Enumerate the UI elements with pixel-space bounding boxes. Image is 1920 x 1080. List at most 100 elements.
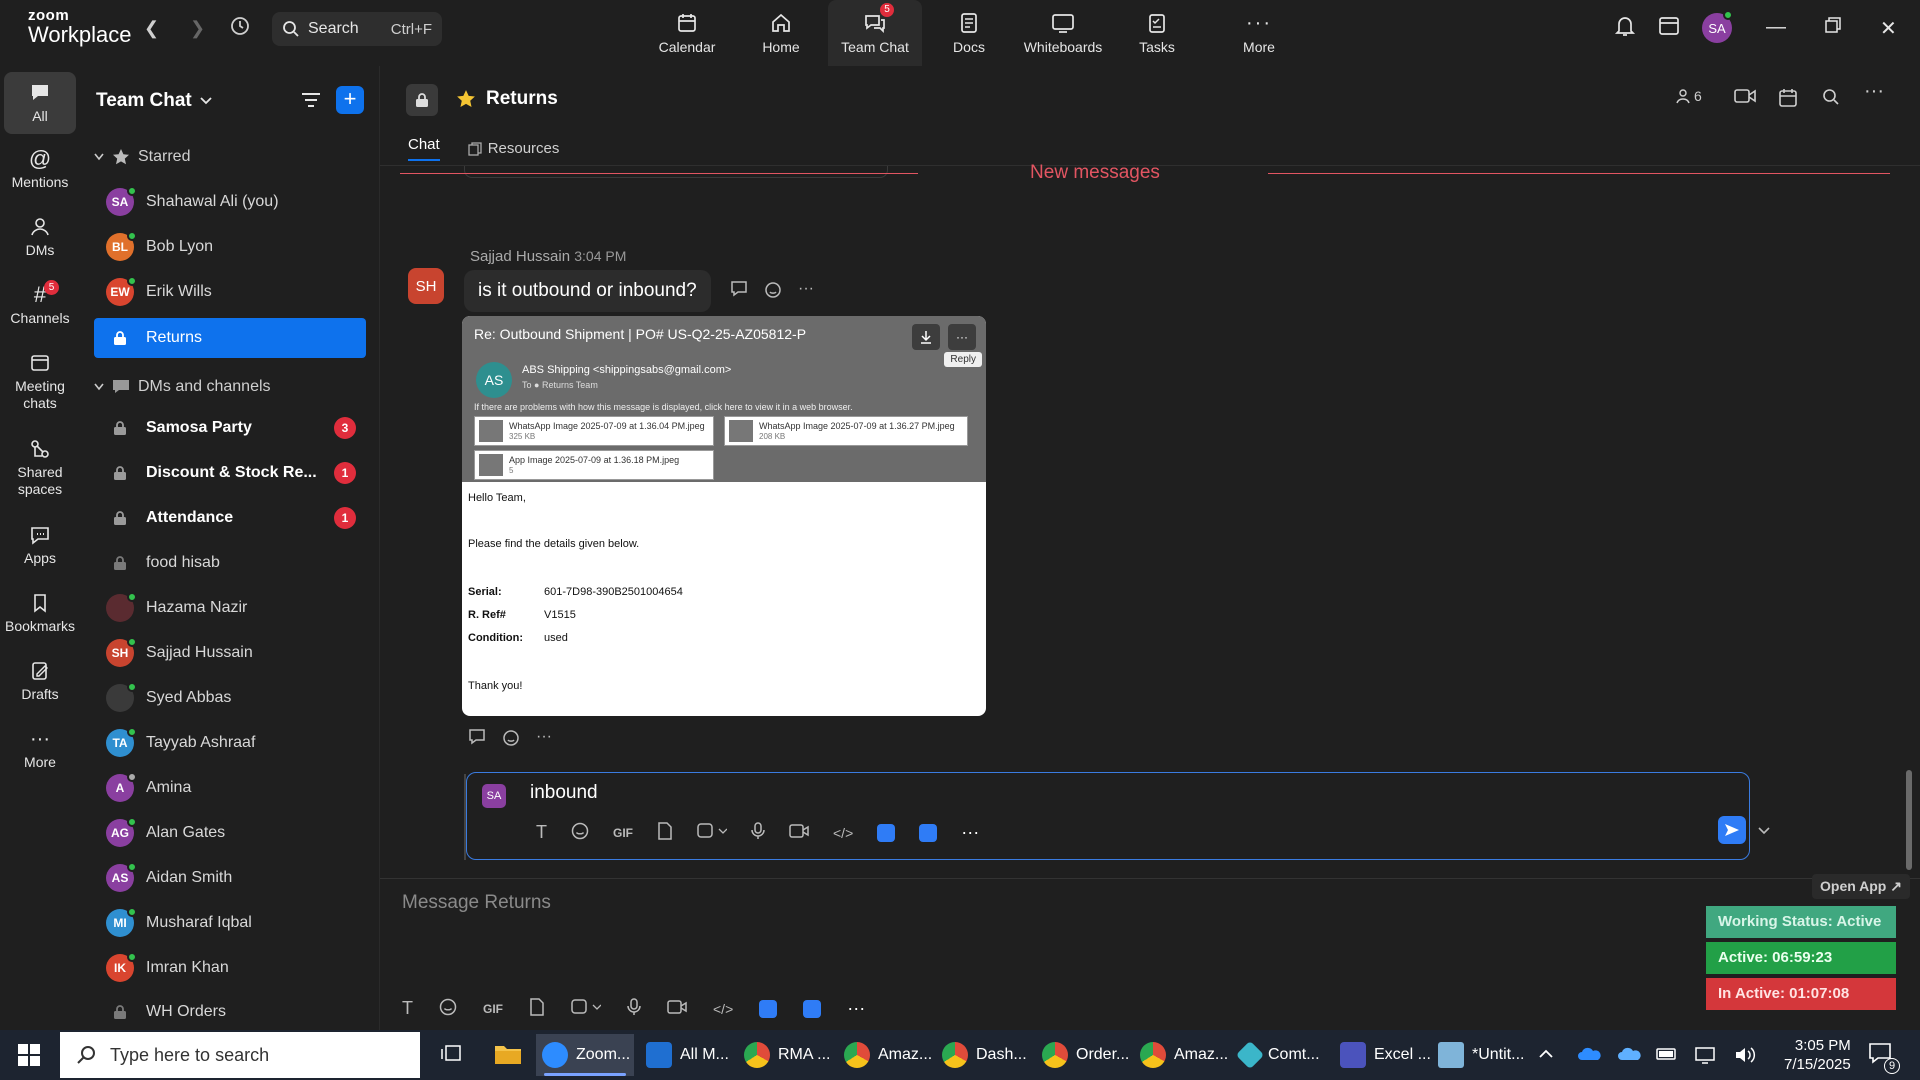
rail-drafts[interactable]: Drafts bbox=[4, 658, 76, 702]
search-icon[interactable] bbox=[1822, 88, 1840, 109]
more-options-icon[interactable]: ··· bbox=[1864, 80, 1884, 103]
taskbar-app-chrome-dash[interactable]: Dash... bbox=[936, 1034, 1033, 1076]
sidebar-item-discount-stock[interactable]: Discount & Stock Re... 1 bbox=[94, 453, 366, 493]
sidebar-item-hazama-nazir[interactable]: Hazama Nazir bbox=[94, 588, 366, 628]
nav-tasks[interactable]: Tasks bbox=[1110, 0, 1204, 66]
battery-icon[interactable] bbox=[1656, 1046, 1678, 1065]
more-options-icon[interactable]: ··· bbox=[536, 728, 552, 749]
task-view-icon[interactable] bbox=[440, 1044, 462, 1067]
taskbar-app-excel[interactable]: Excel ... bbox=[1334, 1034, 1437, 1076]
taskbar-app-chrome-rma[interactable]: RMA ... bbox=[738, 1034, 836, 1076]
sidebar-item-tayyab-ashraaf[interactable]: TA Tayyab Ashraaf bbox=[94, 723, 366, 763]
thread-reply-box[interactable] bbox=[466, 772, 1750, 860]
rail-bookmarks[interactable]: Bookmarks bbox=[4, 590, 76, 634]
nav-whiteboards[interactable]: Whiteboards bbox=[1016, 0, 1110, 66]
rail-apps[interactable]: Apps bbox=[4, 522, 76, 566]
app-icon[interactable] bbox=[919, 823, 938, 842]
bell-icon[interactable] bbox=[1614, 14, 1636, 41]
sidebar-item-bob-lyon[interactable]: BL Bob Lyon bbox=[94, 227, 366, 267]
search-input[interactable]: Search Ctrl+F bbox=[272, 12, 442, 46]
send-button[interactable] bbox=[1718, 816, 1746, 844]
file-explorer-icon[interactable] bbox=[494, 1042, 522, 1069]
video-call-icon[interactable] bbox=[1734, 88, 1756, 107]
gif-button[interactable]: GIF bbox=[483, 1002, 503, 1016]
taskbar-app-zoom[interactable]: Zoom... bbox=[536, 1034, 634, 1076]
sidebar-item-attendance[interactable]: Attendance 1 bbox=[94, 498, 366, 538]
emoji-icon[interactable] bbox=[439, 998, 457, 1019]
more-options-icon[interactable]: ··· bbox=[961, 822, 979, 843]
nav-team-chat[interactable]: 5 Team Chat bbox=[828, 0, 922, 66]
sidebar-item-returns[interactable]: Returns bbox=[94, 318, 366, 358]
nav-calendar[interactable]: Calendar bbox=[640, 0, 734, 66]
sender-avatar[interactable]: SH bbox=[408, 268, 444, 304]
reply-thread-icon[interactable] bbox=[468, 728, 488, 749]
sidebar-item-imran-khan[interactable]: IK Imran Khan bbox=[94, 948, 366, 988]
microphone-icon[interactable] bbox=[751, 822, 765, 843]
sidebar-item-alan-gates[interactable]: AG Alan Gates bbox=[94, 813, 366, 853]
video-message-icon[interactable] bbox=[667, 999, 687, 1018]
members-button[interactable]: 6 bbox=[1676, 88, 1702, 104]
sidebar-item-musharaf-iqbal[interactable]: MI Musharaf Iqbal bbox=[94, 903, 366, 943]
sidebar-item-food-hisab[interactable]: food hisab bbox=[94, 543, 366, 583]
rail-dms[interactable]: DMs bbox=[4, 214, 76, 258]
file-icon[interactable] bbox=[529, 998, 545, 1019]
microphone-icon[interactable] bbox=[627, 998, 641, 1019]
sidebar-item-wh-orders[interactable]: WH Orders bbox=[94, 992, 366, 1032]
restore-icon[interactable] bbox=[1824, 16, 1842, 40]
emoji-icon[interactable] bbox=[571, 822, 589, 843]
rail-meeting-chats[interactable]: Meeting chats bbox=[4, 350, 76, 412]
taskbar-app-outlook[interactable]: All M... bbox=[640, 1034, 735, 1076]
screenshot-icon[interactable] bbox=[697, 822, 728, 843]
format-text-icon[interactable]: T bbox=[536, 822, 547, 843]
history-icon[interactable] bbox=[228, 14, 252, 43]
thread-reply-input[interactable]: inbound bbox=[530, 782, 598, 804]
nav-docs[interactable]: Docs bbox=[922, 0, 1016, 66]
onedrive-icon[interactable] bbox=[1578, 1046, 1602, 1065]
new-chat-button[interactable]: + bbox=[336, 86, 364, 114]
more-options-icon[interactable]: ··· bbox=[847, 998, 865, 1019]
download-icon[interactable] bbox=[912, 324, 940, 350]
channel-title[interactable]: Returns bbox=[456, 88, 558, 110]
format-text-icon[interactable]: T bbox=[402, 998, 413, 1019]
filter-icon[interactable] bbox=[300, 90, 322, 113]
forward-arrow-icon[interactable]: ❯ bbox=[190, 18, 205, 39]
taskbar-app-chrome-order[interactable]: Order... bbox=[1036, 1034, 1135, 1076]
rail-channels[interactable]: # Channels 5 bbox=[4, 280, 76, 326]
code-icon[interactable]: </> bbox=[713, 1001, 733, 1017]
back-arrow-icon[interactable]: ❮ bbox=[144, 18, 159, 39]
taskbar-app-chrome-amazon[interactable]: Amaz... bbox=[838, 1034, 938, 1076]
file-icon[interactable] bbox=[657, 822, 673, 843]
video-message-icon[interactable] bbox=[789, 823, 809, 842]
dms-channels-section[interactable]: DMs and channels bbox=[94, 378, 271, 396]
taskbar-app-notepad[interactable]: *Untit... bbox=[1432, 1034, 1530, 1076]
sidebar-item-syed-abbas[interactable]: Syed Abbas bbox=[94, 678, 366, 718]
scrollbar[interactable] bbox=[1906, 170, 1914, 870]
gif-button[interactable]: GIF bbox=[613, 826, 633, 840]
rail-shared-spaces[interactable]: Shared spaces bbox=[4, 436, 76, 498]
code-icon[interactable]: </> bbox=[833, 825, 853, 841]
sidebar-item-shahawal[interactable]: SA Shahawal Ali (you) bbox=[94, 182, 366, 222]
taskbar-app-comt[interactable]: Comt... bbox=[1234, 1034, 1326, 1076]
rail-more[interactable]: ··· More bbox=[4, 726, 76, 771]
sidebar-item-amina[interactable]: A Amina bbox=[94, 768, 366, 808]
calendar-status-icon[interactable] bbox=[1658, 14, 1680, 41]
windows-start-icon[interactable] bbox=[18, 1044, 40, 1069]
rail-mentions[interactable]: @ Mentions bbox=[4, 146, 76, 190]
taskbar-app-chrome-amazon-2[interactable]: Amaz... bbox=[1134, 1034, 1234, 1076]
sidebar-item-erik-wills[interactable]: EW Erik Wills bbox=[94, 272, 366, 312]
nav-more[interactable]: ··· More bbox=[1204, 0, 1314, 66]
starred-section[interactable]: Starred bbox=[94, 148, 190, 166]
reply-thread-icon[interactable] bbox=[730, 280, 750, 301]
sidebar-item-sajjad-hussain[interactable]: SH Sajjad Hussain bbox=[94, 633, 366, 673]
add-reaction-icon[interactable] bbox=[764, 280, 784, 301]
schedule-icon[interactable] bbox=[1778, 88, 1798, 111]
message-input[interactable]: Message Returns bbox=[402, 892, 551, 914]
nav-home[interactable]: Home bbox=[734, 0, 828, 66]
minimize-icon[interactable]: — bbox=[1766, 16, 1786, 39]
add-reaction-icon[interactable] bbox=[502, 728, 522, 749]
more-options-icon[interactable]: ··· bbox=[798, 280, 814, 301]
close-icon[interactable]: ✕ bbox=[1880, 16, 1897, 41]
app-icon[interactable] bbox=[759, 999, 778, 1018]
onedrive-icon[interactable] bbox=[1618, 1046, 1642, 1065]
network-icon[interactable] bbox=[1694, 1046, 1716, 1067]
